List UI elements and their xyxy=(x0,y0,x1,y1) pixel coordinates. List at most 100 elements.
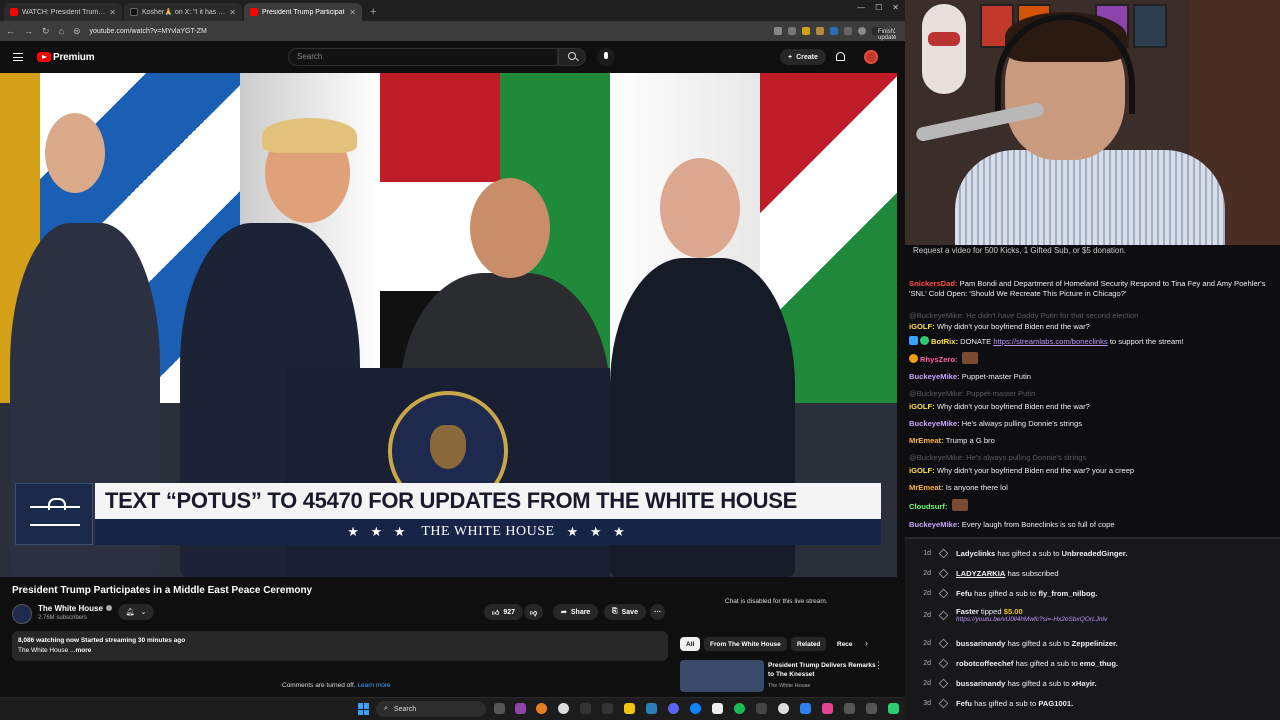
related-video-thumbnail[interactable] xyxy=(680,660,764,692)
account-avatar[interactable] xyxy=(864,50,878,64)
taskbar-app-icon[interactable] xyxy=(580,703,591,714)
taskbar-search[interactable]: ⌕ Search xyxy=(376,701,486,717)
chat-username[interactable]: iGOLF: xyxy=(909,402,937,411)
chat-username[interactable]: SnickersDad: xyxy=(909,279,960,288)
close-tab-icon[interactable]: ✕ xyxy=(349,8,356,17)
reload-icon[interactable]: ↻ xyxy=(42,26,50,37)
chat-username[interactable]: MrEmeat: xyxy=(909,436,946,445)
close-window-icon[interactable]: ✕ xyxy=(892,3,899,12)
taskbar-app-icon[interactable] xyxy=(690,703,701,714)
dislike-button[interactable]: 👎︎ xyxy=(524,604,544,620)
close-tab-icon[interactable]: ✕ xyxy=(229,8,236,17)
taskbar-app-icon[interactable] xyxy=(844,703,855,714)
event-link[interactable]: https://youtu.be/vU0ll4hMwfc?si=-Hx2oSbx… xyxy=(956,616,1107,623)
home-icon[interactable]: ⌂ xyxy=(59,26,64,36)
cast-icon[interactable] xyxy=(774,27,782,35)
chat-username[interactable]: BuckeyeMike: xyxy=(909,372,962,381)
spotify-icon[interactable] xyxy=(734,703,745,714)
site-info-icon[interactable]: ⊜ xyxy=(73,26,81,37)
search-input[interactable]: Search xyxy=(288,48,558,66)
event-user[interactable]: bussarinandy xyxy=(956,679,1005,688)
event-user[interactable]: Fefu xyxy=(956,589,972,598)
finish-update-button[interactable]: Finish update xyxy=(872,27,896,41)
extension-icon[interactable] xyxy=(816,27,824,35)
chat-username[interactable]: Cloudsurf: xyxy=(909,502,950,511)
description-box[interactable]: 8,086 watching now Started streaming 30 … xyxy=(12,631,668,661)
chat-username[interactable]: iGOLF: xyxy=(909,466,937,475)
chat-text: DONATE xyxy=(960,337,994,346)
notifications-bell-icon[interactable] xyxy=(836,52,845,61)
channel-avatar[interactable] xyxy=(12,604,32,624)
create-button[interactable]: + Create xyxy=(780,49,826,65)
chat-username[interactable]: BuckeyeMike: xyxy=(909,419,962,428)
video-player[interactable]: TEXT “POTUS” TO 45470 FOR UPDATES FROM T… xyxy=(0,73,897,577)
channel-name[interactable]: The White House xyxy=(38,604,103,613)
event-user[interactable]: Faster xyxy=(956,607,979,616)
browser-tab[interactable]: Kosher🙏 on X: "I it has just ✕ xyxy=(124,3,242,21)
related-more-icon[interactable]: ⋮ xyxy=(874,660,883,671)
task-view-icon[interactable] xyxy=(494,703,505,714)
subscription-bell-button[interactable]: 🔔︎ ⌄ xyxy=(118,604,154,620)
chat-link[interactable]: https://streamlabs.com/boneclinks xyxy=(993,337,1107,346)
forward-icon[interactable]: → xyxy=(24,26,33,36)
save-button[interactable]: ⎘ Save xyxy=(604,604,646,620)
taskbar-app-icon[interactable] xyxy=(756,703,767,714)
event-user[interactable]: Ladyclinks xyxy=(956,549,995,558)
search-button[interactable] xyxy=(558,48,586,66)
browser-tab[interactable]: WATCH: President Trump Addr ✕ xyxy=(4,3,122,21)
youtube-premium-logo-text[interactable]: Premium xyxy=(53,52,95,63)
close-tab-icon[interactable]: ✕ xyxy=(109,8,116,17)
taskbar-app-icon[interactable] xyxy=(646,703,657,714)
hamburger-menu-icon[interactable] xyxy=(13,53,23,61)
more-actions-button[interactable]: ⋯ xyxy=(650,604,665,620)
taskbar-app-icon[interactable] xyxy=(888,703,899,714)
browser-tab-active[interactable]: President Trump Participat ✕ xyxy=(244,3,362,21)
chat-username[interactable]: MrEmeat: xyxy=(909,483,946,492)
more-link[interactable]: more xyxy=(75,647,91,654)
chip-all[interactable]: All xyxy=(680,637,701,651)
chip-from-the-white-house[interactable]: From The White House xyxy=(704,637,787,651)
chat-username[interactable]: iGOLF: xyxy=(909,322,937,331)
taskbar-app-icon[interactable] xyxy=(800,703,811,714)
event-user[interactable]: bussarinandy xyxy=(956,639,1005,648)
learn-more-link[interactable]: Learn more xyxy=(357,682,390,689)
taskbar-app-icon[interactable] xyxy=(778,703,789,714)
url-field[interactable]: youtube.com/watch?v=MYvlaYGT-ZM xyxy=(90,28,765,35)
chat-message-deleted: @BuckeyeMike: He didn't have Daddy Putin… xyxy=(909,311,1269,321)
bookmark-star-icon[interactable] xyxy=(788,27,796,35)
chat-username[interactable]: BuckeyeMike: xyxy=(909,520,962,529)
voice-search-mic-icon[interactable] xyxy=(597,48,615,66)
event-user[interactable]: LADYZARKIA xyxy=(956,569,1005,578)
event-user[interactable]: Fefu xyxy=(956,699,972,708)
taskbar-app-icon[interactable] xyxy=(822,703,833,714)
new-tab-icon[interactable]: + xyxy=(370,3,376,21)
windows-start-icon[interactable] xyxy=(358,703,370,715)
taskbar-app-icon[interactable] xyxy=(558,703,569,714)
more-menu-icon[interactable]: ⋮ xyxy=(890,27,899,37)
taskbar-app-icon[interactable] xyxy=(866,703,877,714)
event-user[interactable]: robotcoffeechef xyxy=(956,659,1013,668)
taskbar-app-icon[interactable] xyxy=(515,703,526,714)
chevron-right-icon[interactable]: › xyxy=(865,638,868,648)
channel-name-row[interactable]: The White House xyxy=(38,604,112,613)
chat-username[interactable]: RhysZero: xyxy=(920,355,960,364)
extension-icon[interactable] xyxy=(802,27,810,35)
chip-related[interactable]: Related xyxy=(791,637,827,651)
taskbar-app-icon[interactable] xyxy=(712,703,723,714)
chrome-icon[interactable] xyxy=(536,703,547,714)
extensions-puzzle-icon[interactable] xyxy=(844,27,852,35)
taskbar-app-icon[interactable] xyxy=(602,703,613,714)
chat-username[interactable]: BotRix: xyxy=(931,337,960,346)
youtube-logo-icon[interactable] xyxy=(37,52,51,62)
minimize-icon[interactable]: — xyxy=(857,3,865,12)
maximize-icon[interactable]: ☐ xyxy=(875,3,882,12)
extension-icon[interactable] xyxy=(830,27,838,35)
like-button[interactable]: 👍︎ 927 xyxy=(484,604,524,620)
related-video-title[interactable]: President Trump Delivers Remarks to The … xyxy=(768,661,878,679)
back-icon[interactable]: ← xyxy=(6,26,15,36)
share-button[interactable]: ➦ Share xyxy=(553,604,599,620)
file-explorer-icon[interactable] xyxy=(624,703,635,714)
chip-recent[interactable]: Rece xyxy=(831,637,859,651)
profile-icon[interactable] xyxy=(858,27,866,35)
discord-icon[interactable] xyxy=(668,703,679,714)
